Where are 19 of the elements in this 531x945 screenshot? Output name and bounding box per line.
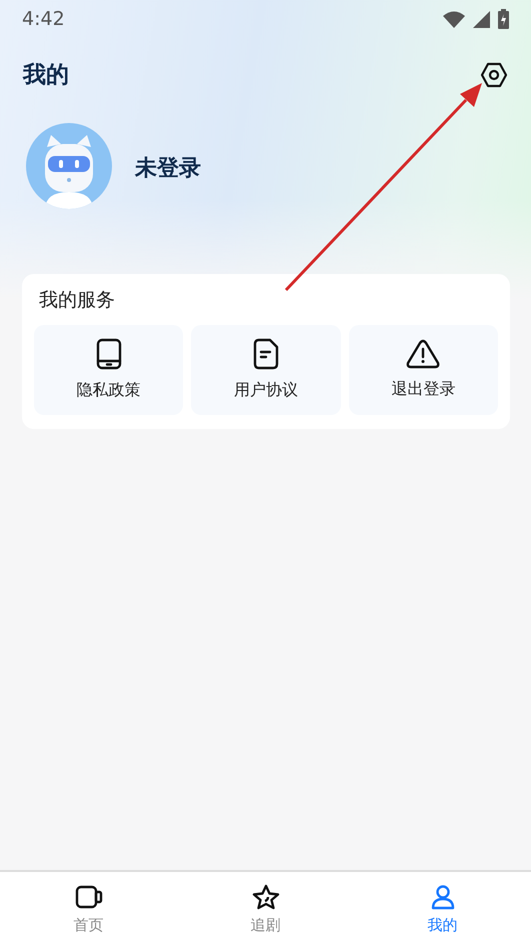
battery-icon: [498, 9, 509, 29]
service-button[interactable]: 退出登录: [348, 324, 498, 414]
document-icon: [252, 338, 279, 370]
tab[interactable]: 首页: [0, 872, 177, 945]
tab[interactable]: 我的: [354, 872, 531, 945]
page-title: 我的: [23, 60, 69, 90]
settings-icon[interactable]: [481, 62, 507, 88]
service-button[interactable]: 隐私政策: [34, 324, 184, 414]
signal-icon: [473, 10, 490, 28]
service-button[interactable]: 用户协议: [191, 324, 341, 414]
phone-icon: [96, 338, 122, 370]
warning-icon: [406, 338, 440, 368]
star-icon: [252, 884, 280, 910]
tab[interactable]: 追剧: [177, 872, 354, 945]
user-name[interactable]: 未登录: [135, 152, 201, 185]
status-time: 4:42: [22, 6, 65, 32]
video-camera-icon: [74, 884, 102, 910]
section-title: 我的服务: [39, 288, 116, 313]
wifi-icon: [443, 10, 465, 28]
